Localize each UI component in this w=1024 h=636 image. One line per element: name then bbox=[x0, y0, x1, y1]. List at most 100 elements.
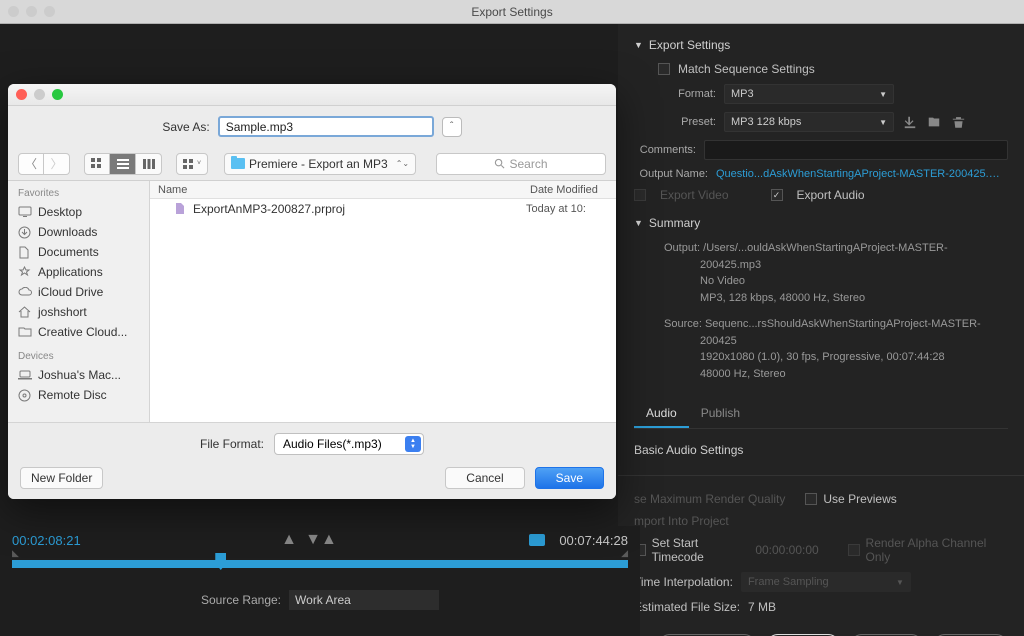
set-start-timecode-label: Set Start Timecode bbox=[652, 536, 750, 564]
downloads-icon bbox=[18, 226, 32, 238]
out-marker-icon[interactable]: ◢ bbox=[621, 548, 628, 559]
timeline-scrubber[interactable]: ◣ ◢ bbox=[12, 560, 628, 568]
time-interpolation-label: Time Interpolation: bbox=[634, 575, 733, 589]
export-settings-panel: ▼ Export Settings Match Sequence Setting… bbox=[618, 24, 1024, 636]
output-name-label: Output Name: bbox=[634, 168, 708, 180]
filename-input[interactable] bbox=[218, 116, 434, 137]
group-button[interactable]: ˅ bbox=[176, 153, 208, 175]
playhead-icon[interactable] bbox=[215, 553, 226, 570]
dialog-titlebar bbox=[8, 84, 616, 106]
export-audio-checkbox[interactable] bbox=[771, 189, 783, 201]
chevron-updown-icon: ⌃⌄ bbox=[396, 159, 409, 168]
collapse-toggle[interactable]: ˆ bbox=[442, 117, 462, 137]
view-columns-button[interactable] bbox=[136, 153, 162, 175]
save-preset-icon[interactable] bbox=[902, 114, 918, 130]
source-range-select[interactable]: Work Area bbox=[289, 590, 439, 610]
cloud-icon bbox=[18, 286, 32, 298]
save-dialog: Save As: ˆ 〈 〉 ˅ Premiere - Export an MP… bbox=[8, 84, 616, 499]
chevron-down-icon: ▼ bbox=[879, 90, 887, 99]
folder-icon bbox=[231, 158, 245, 169]
sidebar-item-desktop[interactable]: Desktop bbox=[8, 202, 149, 222]
disc-icon bbox=[18, 389, 32, 401]
view-list-button[interactable] bbox=[110, 153, 136, 175]
export-video-label: Export Video bbox=[660, 188, 729, 202]
comments-input[interactable] bbox=[704, 140, 1008, 160]
max-render-label: se Maximum Render Quality bbox=[634, 492, 785, 506]
loop-icon[interactable]: ▼▲ bbox=[312, 533, 330, 547]
set-start-timecode-value: 00:00:00:00 bbox=[755, 543, 818, 557]
sidebar-item-documents[interactable]: Documents bbox=[8, 242, 149, 262]
chevron-updown-icon: ▲▼ bbox=[405, 436, 421, 452]
in-timecode[interactable]: 00:02:08:21 bbox=[12, 533, 81, 548]
applications-icon bbox=[18, 266, 32, 278]
column-name[interactable]: Name bbox=[150, 184, 526, 196]
nav-back-button[interactable]: 〈 bbox=[18, 153, 44, 175]
file-list: Name Date Modified ExportAnMP3-200827.pr… bbox=[150, 181, 616, 422]
devices-header: Devices bbox=[8, 348, 149, 365]
summary-header[interactable]: ▼ Summary bbox=[634, 206, 1008, 236]
import-preset-icon[interactable] bbox=[926, 114, 942, 130]
sidebar-item-applications[interactable]: Applications bbox=[8, 262, 149, 282]
tab-publish[interactable]: Publish bbox=[689, 400, 752, 428]
import-into-project-label: mport Into Project bbox=[634, 514, 729, 528]
folder-path-select[interactable]: Premiere - Export an MP3 ⌃⌄ bbox=[224, 153, 416, 175]
delete-preset-icon[interactable] bbox=[950, 114, 966, 130]
settings-tabs: Audio Publish bbox=[634, 400, 1008, 429]
use-previews-label: Use Previews bbox=[823, 492, 896, 506]
export-video-checkbox bbox=[634, 189, 646, 201]
basic-audio-header[interactable]: Basic Audio Settings bbox=[634, 437, 1008, 463]
render-alpha-label: Render Alpha Channel Only bbox=[866, 536, 1008, 564]
fit-icon[interactable]: ▲ bbox=[280, 533, 298, 547]
export-settings-header[interactable]: ▼ Export Settings bbox=[634, 32, 1008, 58]
sidebar-item-home[interactable]: joshshort bbox=[8, 302, 149, 322]
sidebar-item-creative-cloud[interactable]: Creative Cloud... bbox=[8, 322, 149, 342]
window-title: Export Settings bbox=[471, 5, 552, 19]
tab-audio[interactable]: Audio bbox=[634, 400, 689, 428]
match-sequence-checkbox[interactable] bbox=[658, 63, 670, 75]
output-name-link[interactable]: Questio...dAskWhenStartingAProject-MASTE… bbox=[716, 168, 1008, 180]
summary-output: Output: /Users/...ouldAskWhenStartingAPr… bbox=[634, 236, 1008, 312]
in-marker-icon[interactable]: ◣ bbox=[12, 548, 19, 559]
dialog-save-button[interactable]: Save bbox=[535, 467, 604, 489]
chevron-down-icon: ▼ bbox=[879, 118, 887, 127]
file-format-select[interactable]: Audio Files(*.mp3) ▲▼ bbox=[274, 433, 424, 455]
preset-select[interactable]: MP3 128 kbps ▼ bbox=[724, 112, 894, 132]
preset-label: Preset: bbox=[658, 116, 716, 128]
sidebar-item-downloads[interactable]: Downloads bbox=[8, 222, 149, 242]
view-icons-button[interactable] bbox=[84, 153, 110, 175]
project-file-icon bbox=[174, 202, 187, 215]
column-date[interactable]: Date Modified bbox=[526, 184, 616, 196]
file-row[interactable]: ExportAnMP3-200827.prproj Today at 10: bbox=[150, 199, 616, 218]
window-zoom-icon[interactable] bbox=[44, 6, 55, 17]
favorites-header: Favorites bbox=[8, 185, 149, 202]
sidebar-item-mac[interactable]: Joshua's Mac... bbox=[8, 365, 149, 385]
dialog-cancel-button[interactable]: Cancel bbox=[445, 467, 524, 489]
match-sequence-label: Match Sequence Settings bbox=[678, 62, 815, 76]
aspect-icon[interactable] bbox=[529, 534, 545, 546]
save-as-label: Save As: bbox=[162, 120, 209, 134]
estimated-size-value: 7 MB bbox=[748, 600, 776, 614]
desktop-icon bbox=[18, 206, 32, 218]
dialog-zoom-icon[interactable] bbox=[52, 89, 63, 100]
dialog-minimize-icon bbox=[34, 89, 45, 100]
window-minimize-icon[interactable] bbox=[26, 6, 37, 17]
search-input[interactable]: Search bbox=[436, 153, 606, 175]
out-timecode[interactable]: 00:07:44:28 bbox=[559, 533, 628, 548]
sidebar-item-remote-disc[interactable]: Remote Disc bbox=[8, 385, 149, 405]
sidebar: Favorites Desktop Downloads Documents Ap… bbox=[8, 181, 150, 422]
sidebar-item-icloud[interactable]: iCloud Drive bbox=[8, 282, 149, 302]
laptop-icon bbox=[18, 369, 32, 381]
window-titlebar: Export Settings bbox=[0, 0, 1024, 24]
nav-forward-button[interactable]: 〉 bbox=[44, 153, 70, 175]
format-select[interactable]: MP3 ▼ bbox=[724, 84, 894, 104]
render-alpha-checkbox bbox=[848, 544, 860, 556]
chevron-down-icon: ▼ bbox=[634, 218, 643, 228]
dialog-close-icon[interactable] bbox=[16, 89, 27, 100]
estimated-size-label: Estimated File Size: bbox=[634, 600, 740, 614]
file-format-label: File Format: bbox=[200, 437, 264, 451]
window-close-icon[interactable] bbox=[8, 6, 19, 17]
chevron-down-icon: ▼ bbox=[634, 40, 643, 50]
source-range-label: Source Range: bbox=[201, 593, 281, 607]
new-folder-button[interactable]: New Folder bbox=[20, 467, 103, 489]
use-previews-checkbox[interactable] bbox=[805, 493, 817, 505]
